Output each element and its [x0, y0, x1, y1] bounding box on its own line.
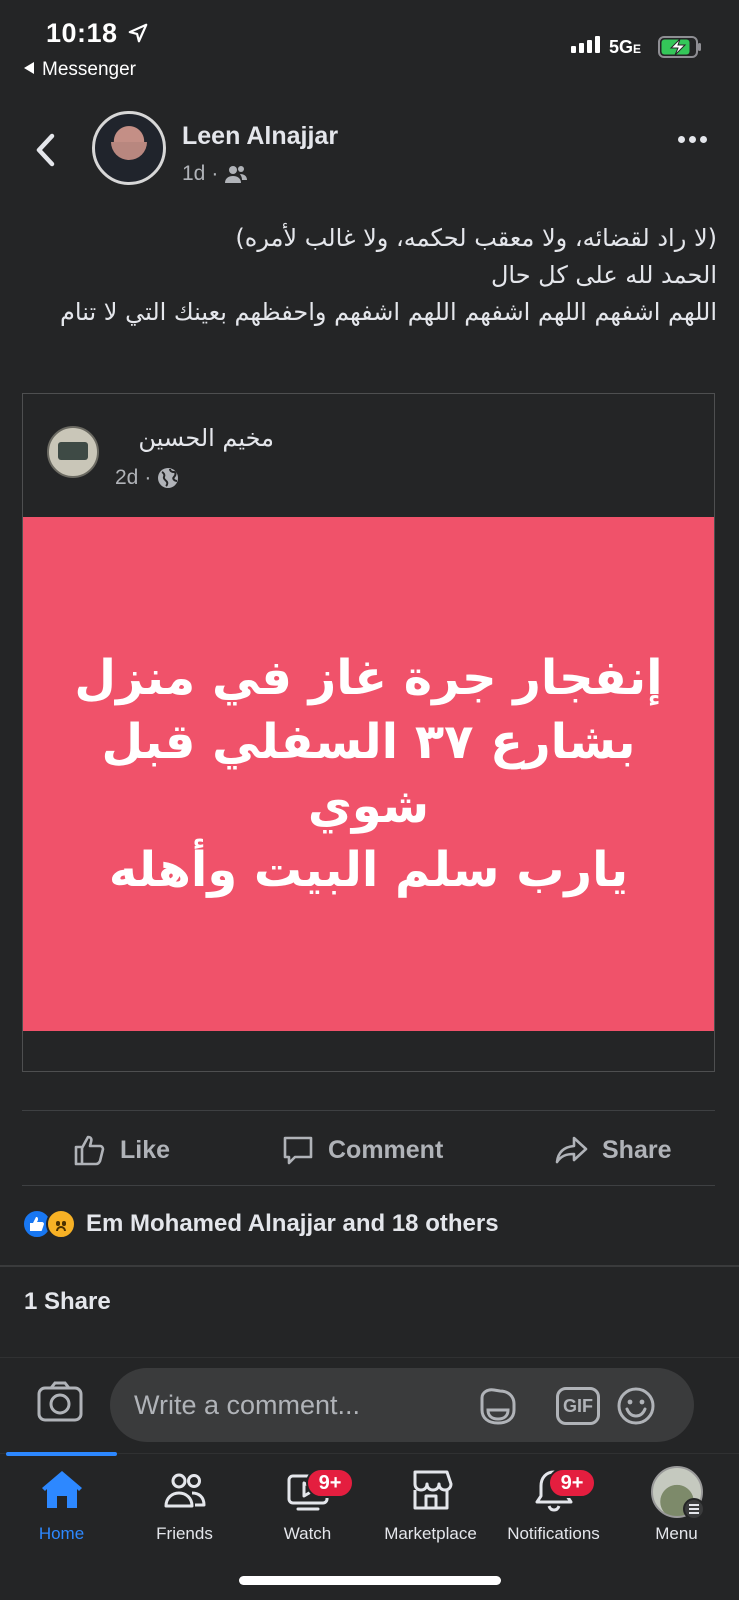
post-text: (لا راد لقضائه، ولا معقب لحكمه، ولا غالب…: [18, 220, 717, 331]
marketplace-icon: [413, 1470, 452, 1510]
banner-text: إنفجار جرة غاز في منزل بشارع ٣٧ السفلي ق…: [74, 650, 663, 898]
battery-charging-icon: [658, 36, 701, 58]
sad-reaction-icon: [46, 1209, 76, 1239]
back-to-messenger-link[interactable]: Messenger: [24, 59, 136, 81]
reactions-summary[interactable]: Em Mohamed Alnajjar and 18 others: [22, 1209, 499, 1239]
shared-post-time: 2d: [115, 466, 139, 489]
comment-bar: Write a comment... GIF: [0, 1357, 739, 1453]
back-app-label: Messenger: [42, 59, 136, 80]
tab-label: Watch: [283, 1524, 332, 1543]
avatar-sticker-icon[interactable]: [476, 1386, 520, 1426]
like-label: Like: [120, 1135, 171, 1164]
thumbs-up-icon: [74, 1135, 105, 1166]
tab-menu[interactable]: Menu: [615, 1466, 738, 1544]
menu-lines-icon: [682, 1498, 705, 1520]
shared-post-card[interactable]: مخيم الحسين 2d · إنفجار جرة غاز في منزل …: [22, 393, 715, 1072]
post-text-line: اللهم اشفهم اللهم اشفهم اللهم اشفهم واحف…: [60, 298, 717, 326]
comment-label: Comment: [328, 1135, 444, 1164]
shared-page-name[interactable]: مخيم الحسين: [138, 424, 274, 452]
tab-marketplace[interactable]: Marketplace: [369, 1466, 492, 1544]
share-label: Share: [602, 1135, 672, 1164]
post-text-line: الحمد لله على كل حال: [490, 261, 717, 289]
shares-count[interactable]: 1 Share: [24, 1288, 111, 1316]
shared-page-avatar[interactable]: [47, 426, 99, 478]
post-text-line: (لا راد لقضائه، ولا معقب لحكمه، ولا غالب…: [235, 224, 717, 252]
location-arrow-icon: [128, 23, 148, 43]
camera-icon[interactable]: [36, 1380, 84, 1424]
meta-dot: ·: [144, 466, 152, 489]
meta-dot: ·: [211, 162, 219, 185]
tab-friends[interactable]: Friends: [123, 1466, 246, 1544]
notifications-badge: 9+: [548, 1468, 596, 1498]
network-indicator: 5GE: [609, 37, 641, 58]
comment-button[interactable]: Comment: [280, 1132, 443, 1168]
share-icon: [555, 1136, 588, 1164]
emoji-icon[interactable]: [614, 1386, 658, 1426]
home-icon: [41, 1471, 82, 1508]
back-triangle-icon: [24, 62, 34, 74]
friends-icon: [164, 1473, 205, 1508]
tab-notifications[interactable]: Notifications 9+: [492, 1466, 615, 1544]
like-button[interactable]: Like: [72, 1132, 170, 1168]
home-indicator[interactable]: [239, 1576, 501, 1585]
tab-watch[interactable]: Watch 9+: [246, 1466, 369, 1544]
comment-placeholder: Write a comment...: [134, 1390, 361, 1420]
tab-label: Home: [38, 1524, 85, 1543]
tab-label: Menu: [655, 1524, 698, 1543]
share-button[interactable]: Share: [554, 1132, 671, 1168]
gif-button[interactable]: GIF: [556, 1387, 600, 1425]
comment-input[interactable]: Write a comment... GIF: [110, 1368, 694, 1442]
globe-icon: [158, 468, 179, 488]
post-meta: 1d ·: [182, 162, 248, 186]
shared-post-meta: 2d ·: [115, 466, 179, 490]
post-author-name[interactable]: Leen Alnajjar: [182, 122, 338, 151]
divider: [22, 1110, 715, 1111]
reactions-text: Em Mohamed Alnajjar and 18 others: [86, 1210, 499, 1237]
author-avatar[interactable]: [92, 111, 166, 185]
network-type: 5G: [609, 37, 634, 57]
divider: [22, 1185, 715, 1186]
tab-label: Notifications: [507, 1524, 600, 1543]
active-tab-indicator: [6, 1452, 117, 1456]
comment-icon: [283, 1136, 313, 1165]
status-time: 10:18: [46, 18, 118, 48]
back-chevron-icon[interactable]: [30, 130, 60, 170]
tab-home[interactable]: Home: [0, 1466, 123, 1544]
post-image-banner[interactable]: إنفجار جرة غاز في منزل بشارع ٣٧ السفلي ق…: [23, 517, 714, 1031]
tab-label: Friends: [156, 1524, 213, 1543]
network-suffix: E: [633, 42, 642, 56]
tab-label: Marketplace: [384, 1524, 477, 1543]
post-time: 1d: [182, 162, 206, 185]
friends-audience-icon: [225, 166, 248, 183]
signal-icon: [571, 36, 600, 53]
section-separator: [0, 1265, 739, 1267]
more-options-icon[interactable]: [678, 136, 707, 143]
watch-badge: 9+: [306, 1468, 354, 1498]
menu-avatar-icon: [650, 1466, 705, 1520]
